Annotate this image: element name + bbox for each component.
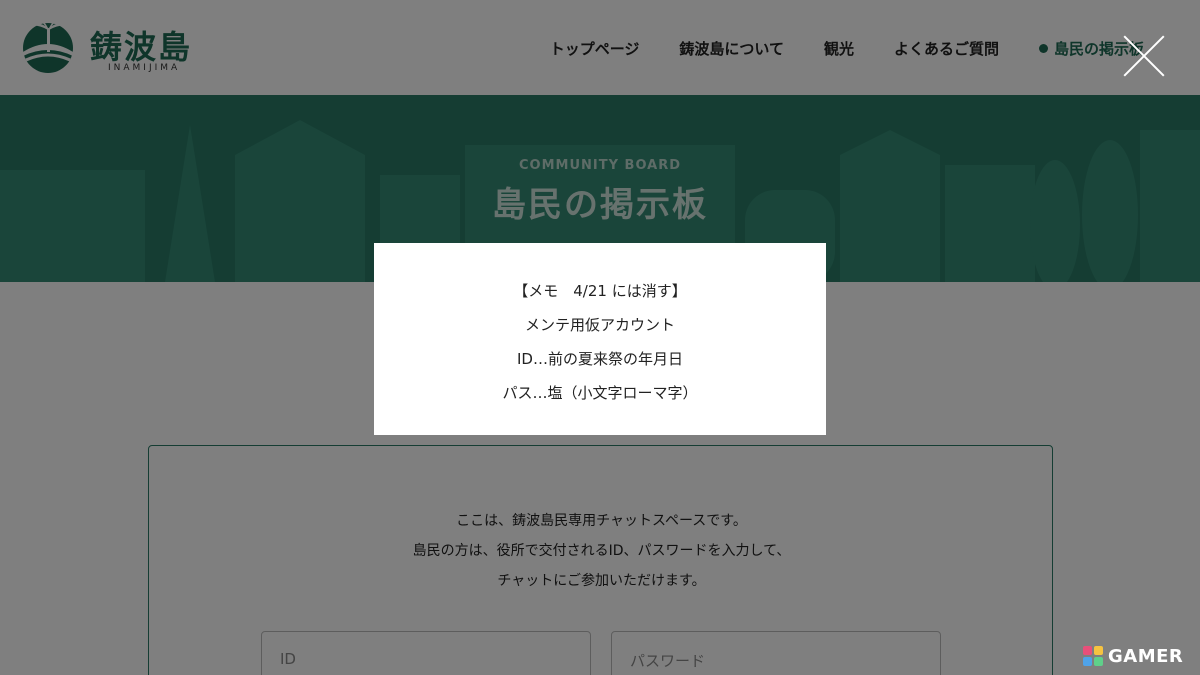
- watermark-text: GAMER: [1108, 645, 1184, 667]
- memo-line: メンテ用仮アカウント: [524, 316, 675, 334]
- close-icon[interactable]: [1122, 34, 1166, 78]
- watermark: GAMER: [1082, 645, 1183, 667]
- memo-heading: 【メモ 4/21 には消す】: [513, 282, 687, 300]
- memo-modal: 【メモ 4/21 には消す】 メンテ用仮アカウント ID…前の夏来祭の年月日 パ…: [374, 243, 826, 435]
- memo-line: ID…前の夏来祭の年月日: [517, 350, 683, 368]
- gamer-logo-icon: [1083, 646, 1103, 666]
- memo-line: パス…塩（小文字ローマ字）: [502, 384, 698, 402]
- page: 鋳波島 INAMIJIMA トップページ 鋳波島について 観光 よくあるご質問 …: [0, 0, 1200, 675]
